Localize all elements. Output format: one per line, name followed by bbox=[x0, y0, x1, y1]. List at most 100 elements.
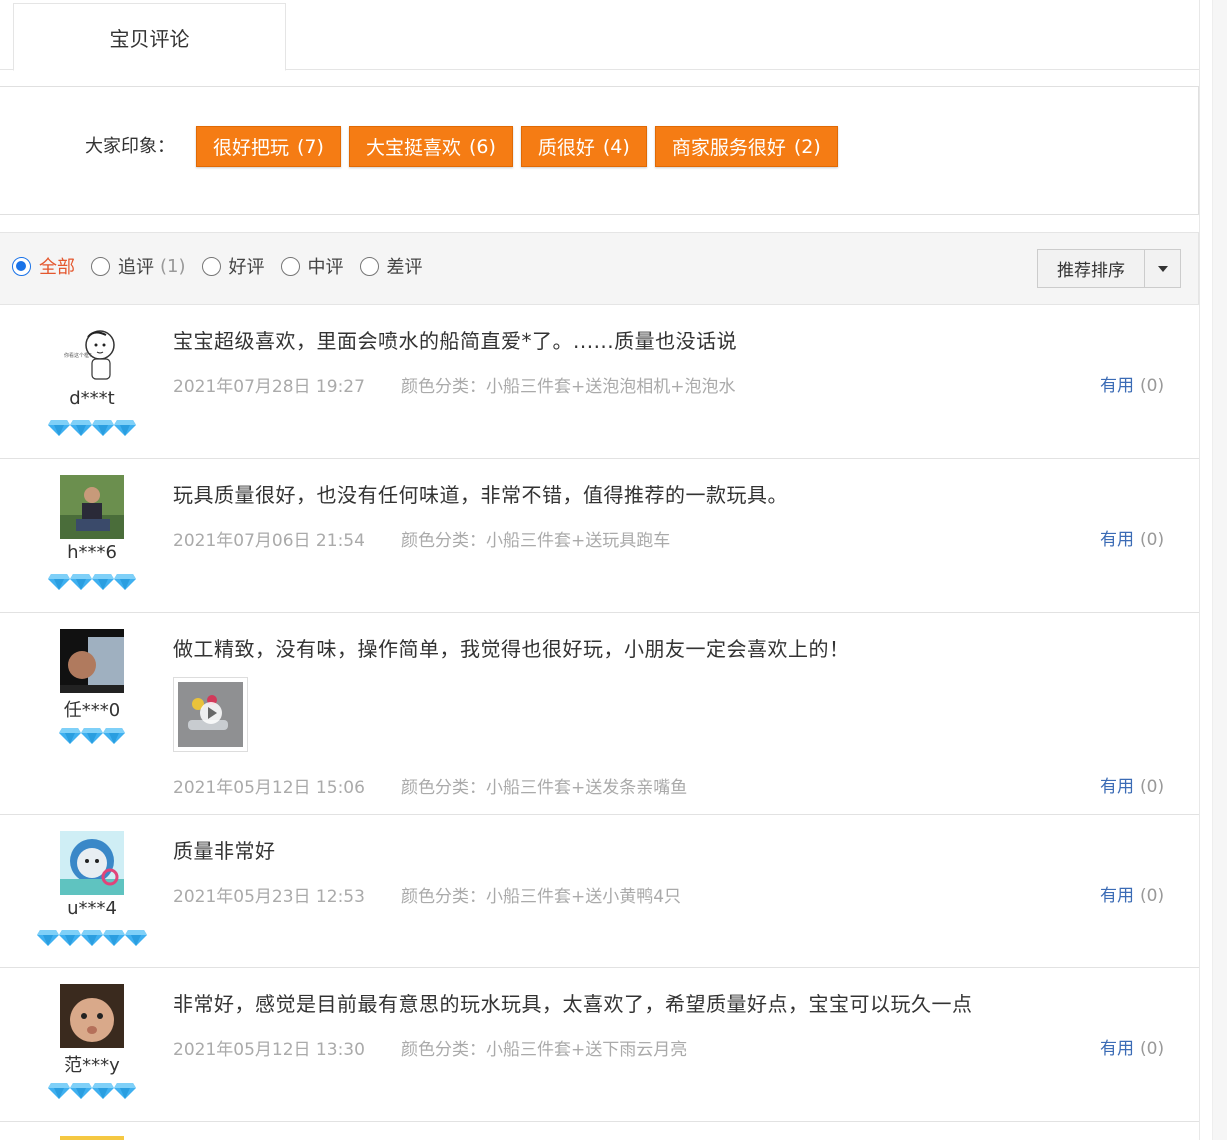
filter-negative[interactable]: 差评 bbox=[359, 253, 423, 279]
sort-label: 推荐排序 bbox=[1057, 261, 1125, 281]
diamond-gem-icon bbox=[59, 728, 81, 744]
useful-button[interactable]: 有用 (0) bbox=[1100, 881, 1164, 906]
useful-button[interactable]: 有用 (0) bbox=[1100, 371, 1164, 396]
tag-text: 很好把玩 bbox=[213, 137, 290, 159]
radio-icon[interactable] bbox=[91, 256, 110, 276]
scrollbar[interactable] bbox=[1212, 0, 1227, 1140]
tab-reviews[interactable]: 宝贝评论 bbox=[13, 3, 286, 71]
username: h***6 bbox=[67, 542, 117, 563]
impression-tag[interactable]: 很好把玩 (7) bbox=[196, 126, 341, 167]
username: d***t bbox=[69, 388, 115, 409]
review-text: 宝宝超级喜欢，里面会喷水的船简直爱*了。......质量也没话说 bbox=[173, 329, 738, 353]
radio-icon[interactable] bbox=[201, 256, 221, 276]
diamond-gem-icon bbox=[125, 930, 147, 946]
diamond-gem-icon bbox=[103, 728, 125, 744]
filter-neutral[interactable]: 中评 bbox=[280, 253, 344, 279]
radio-icon[interactable] bbox=[359, 256, 379, 276]
thumbnail-image bbox=[178, 682, 243, 747]
radio-icon[interactable] bbox=[280, 256, 300, 276]
diamond-gem-icon bbox=[92, 574, 114, 590]
review-text: 玩具质量很好，也没有任何味道，非常不错，值得推荐的一款玩具。 bbox=[173, 483, 788, 507]
divider bbox=[1199, 0, 1200, 1140]
user-level-gems bbox=[0, 419, 184, 437]
diamond-gem-icon bbox=[114, 574, 136, 590]
review-spec: 颜色分类：小船三件套+送下雨云月亮 bbox=[401, 1040, 688, 1060]
diamond-gem-icon bbox=[114, 1083, 136, 1099]
review-meta: 2021年07月06日 21:54 颜色分类：小船三件套+送玩具跑车 bbox=[173, 526, 670, 551]
useful-count: (0) bbox=[1140, 1039, 1165, 1059]
review-spec: 颜色分类：小船三件套+送泡泡相机+泡泡水 bbox=[401, 377, 736, 397]
diamond-gem-icon bbox=[59, 930, 81, 946]
radio-label: 追评 bbox=[118, 257, 154, 278]
impression-tag[interactable]: 商家服务很好 (2) bbox=[654, 126, 838, 167]
diamond-gem-icon bbox=[37, 930, 59, 946]
review-video-thumbnail[interactable] bbox=[173, 677, 248, 752]
diamond-gem-icon bbox=[103, 930, 125, 946]
review-spec: 颜色分类：小船三件套+送小黄鸭4只 bbox=[401, 887, 682, 907]
impression-tag[interactable]: 质很好 (4) bbox=[520, 126, 647, 167]
useful-count: (0) bbox=[1140, 886, 1165, 906]
tag-text: 大宝挺喜欢 bbox=[365, 137, 461, 159]
tag-count: (7) bbox=[297, 135, 324, 158]
avatar bbox=[60, 984, 124, 1048]
impression-tags: 很好把玩 (7) 大宝挺喜欢 (6) 质很好 (4) 商家服务很好 (2) bbox=[196, 126, 838, 167]
dropdown-arrow-icon[interactable] bbox=[1144, 250, 1180, 287]
review-text: 非常好，感觉是目前最有意思的玩水玩具，太喜欢了，希望质量好点，宝宝可以玩久一点 bbox=[173, 992, 973, 1016]
impression-label: 大家印象： bbox=[85, 136, 175, 157]
review-meta: 2021年05月12日 13:30 颜色分类：小船三件套+送下雨云月亮 bbox=[173, 1035, 687, 1060]
useful-label: 有用 bbox=[1100, 886, 1134, 906]
tag-count: (4) bbox=[602, 135, 630, 158]
useful-count: (0) bbox=[1140, 376, 1165, 396]
radio-icon[interactable] bbox=[12, 256, 31, 276]
sort-dropdown[interactable]: 推荐排序 bbox=[1037, 249, 1181, 288]
diamond-gem-icon bbox=[70, 574, 92, 590]
avatar: 你看这个框? bbox=[60, 323, 124, 387]
review-item: h***6 玩具质量很好，也没有任何味道，非常不错，值得推荐的一款玩具。 202… bbox=[0, 459, 1199, 613]
review-item: 范***y 非常好，感觉是目前最有意思的玩水玩具，太喜欢了，希望质量好点，宝宝可… bbox=[0, 968, 1199, 1122]
review-item: u***4 质量非常好 2021年05月23日 12:53 颜色分类：小船三件套+… bbox=[0, 815, 1199, 968]
review-text: 做工精致，没有味，操作简单，我觉得也很好玩，小朋友一定会喜欢上的！ bbox=[173, 637, 850, 661]
diamond-gem-icon bbox=[70, 1083, 92, 1099]
review-meta: 2021年05月23日 12:53 颜色分类：小船三件套+送小黄鸭4只 bbox=[173, 882, 681, 907]
diamond-gem-icon bbox=[70, 420, 92, 436]
useful-label: 有用 bbox=[1100, 1039, 1134, 1059]
useful-count: (0) bbox=[1140, 777, 1165, 797]
play-icon bbox=[200, 702, 222, 724]
user-level-gems bbox=[0, 573, 184, 591]
tag-count: (6) bbox=[468, 135, 496, 158]
review-date: 2021年05月12日 15:06 bbox=[173, 778, 365, 798]
review-date: 2021年05月12日 13:30 bbox=[173, 1040, 365, 1060]
radio-label: 差评 bbox=[386, 257, 423, 278]
user-level-gems bbox=[0, 929, 184, 947]
avatar bbox=[60, 629, 124, 693]
review-spec: 颜色分类：小船三件套+送发条亲嘴鱼 bbox=[401, 778, 688, 798]
impression-tag[interactable]: 大宝挺喜欢 (6) bbox=[348, 126, 513, 167]
review-date: 2021年05月23日 12:53 bbox=[173, 887, 365, 907]
review-date: 2021年07月28日 19:27 bbox=[173, 377, 365, 397]
useful-label: 有用 bbox=[1100, 777, 1134, 797]
diamond-gem-icon bbox=[92, 420, 114, 436]
radio-count: (1) bbox=[160, 255, 186, 277]
review-spec: 颜色分类：小船三件套+送玩具跑车 bbox=[401, 531, 671, 551]
username: u***4 bbox=[67, 898, 117, 919]
review-item: 任***0 做工精致，没有味，操作简单，我觉得也很好玩，小朋友一定会喜欢上的！ … bbox=[0, 613, 1199, 815]
filter-followup[interactable]: 追评 (1) bbox=[91, 253, 186, 279]
diamond-gem-icon bbox=[48, 574, 70, 590]
useful-label: 有用 bbox=[1100, 530, 1134, 550]
radio-label: 全部 bbox=[39, 257, 75, 278]
filter-all[interactable]: 全部 bbox=[12, 253, 75, 279]
diamond-gem-icon bbox=[81, 930, 103, 946]
useful-button[interactable]: 有用 (0) bbox=[1100, 1034, 1164, 1059]
user-level-gems bbox=[0, 1082, 184, 1100]
useful-button[interactable]: 有用 (0) bbox=[1100, 772, 1164, 797]
review-date: 2021年07月06日 21:54 bbox=[173, 531, 365, 551]
review-item: 你看这个框? d***t 宝宝超级喜欢，里面会喷水的船简直爱*了。......质… bbox=[0, 305, 1199, 459]
useful-button[interactable]: 有用 (0) bbox=[1100, 525, 1164, 550]
review-meta: 2021年07月28日 19:27 颜色分类：小船三件套+送泡泡相机+泡泡水 bbox=[173, 372, 736, 397]
diamond-gem-icon bbox=[92, 1083, 114, 1099]
username: 范***y bbox=[64, 1055, 120, 1076]
tag-count: (2) bbox=[793, 135, 821, 158]
radio-label: 中评 bbox=[307, 257, 344, 278]
filter-positive[interactable]: 好评 bbox=[201, 253, 265, 279]
diamond-gem-icon bbox=[81, 728, 103, 744]
